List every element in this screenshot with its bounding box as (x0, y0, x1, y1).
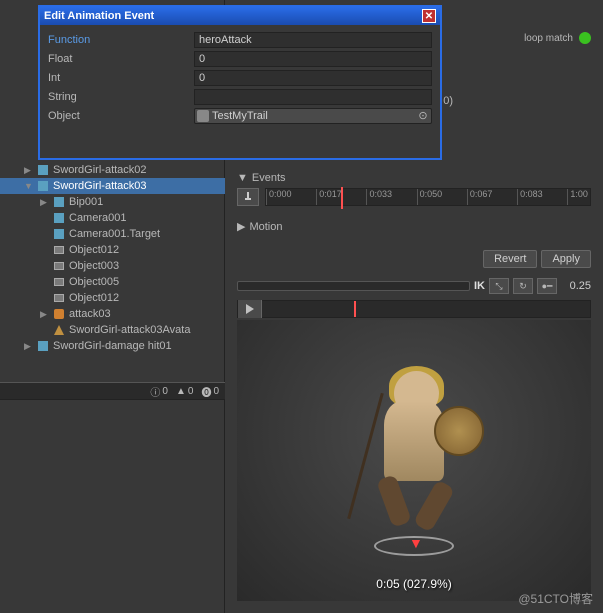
animation-preview[interactable]: ▼ 0:05 (027.9%) (237, 320, 591, 601)
expand-arrow-icon[interactable]: ▼ (24, 181, 36, 191)
ik-toggle[interactable]: IK (474, 280, 485, 292)
string-label: String (48, 91, 194, 103)
hierarchy-item-label: Bip001 (69, 196, 103, 208)
hierarchy-item[interactable]: ▶ SwordGirl-attack02 (0, 162, 225, 178)
play-bar (237, 300, 591, 318)
timeline-tick: 0:033 (366, 189, 392, 205)
object-label: Object (48, 110, 194, 122)
motion-section[interactable]: ▶ Motion (237, 220, 591, 233)
foldout-arrow-icon: ▶ (237, 220, 245, 233)
info-count[interactable]: ⓘ0 (150, 384, 168, 399)
hierarchy-item-label: SwordGirl-damage hit01 (53, 340, 172, 352)
int-input[interactable] (194, 70, 432, 86)
hierarchy-item-label: Camera001 (69, 212, 126, 224)
play-icon (245, 304, 255, 314)
add-event-icon (243, 192, 253, 202)
hierarchy-item[interactable]: Object012 (0, 242, 225, 258)
watermark: @51CTO博客 (518, 590, 593, 607)
hierarchy-item[interactable]: ▶ Bip001 (0, 194, 225, 210)
foldout-arrow-icon: ▼ (237, 172, 248, 184)
dialog-titlebar[interactable]: Edit Animation Event ✕ (40, 7, 440, 25)
hierarchy-item-label: Object012 (69, 292, 119, 304)
extra-text: 0) (443, 95, 453, 107)
hierarchy-item-label: Object003 (69, 260, 119, 272)
timeline-tick: 0:050 (417, 189, 443, 205)
play-button[interactable] (238, 300, 262, 318)
mesh-icon (52, 244, 66, 256)
expand-arrow-icon[interactable]: ▶ (40, 309, 52, 320)
expand-arrow-icon[interactable]: ▶ (24, 341, 36, 352)
cube-icon (52, 196, 66, 208)
close-button[interactable]: ✕ (422, 9, 436, 23)
hierarchy-item-label: SwordGirl-attack03 (53, 180, 147, 192)
loop-match-dot (579, 32, 591, 44)
timeline-tick: 0:000 (266, 189, 292, 205)
hierarchy-item[interactable]: SwordGirl-attack03Avata (0, 322, 225, 338)
events-header[interactable]: ▼ Events (237, 172, 591, 184)
loop-match-indicator: loop match (524, 32, 591, 44)
edit-animation-event-dialog: Edit Animation Event ✕ Function Float In… (38, 5, 442, 160)
timeline-tick: 1:00 (567, 189, 588, 205)
cube-icon (36, 164, 50, 176)
apply-button[interactable]: Apply (541, 250, 591, 268)
cube-icon (52, 228, 66, 240)
float-label: Float (48, 53, 194, 65)
string-input[interactable] (194, 89, 432, 105)
expand-arrow-icon[interactable]: ▶ (24, 165, 36, 176)
hierarchy-item[interactable]: Object012 (0, 290, 225, 306)
hierarchy-item[interactable]: Object005 (0, 274, 225, 290)
mesh-icon (52, 260, 66, 272)
error-count[interactable]: ⓿0 (201, 384, 219, 399)
float-input[interactable] (194, 51, 432, 67)
pivot-button[interactable]: ⤡ (489, 278, 509, 294)
object-value: TestMyTrail (212, 110, 417, 122)
avatar-icon (52, 324, 66, 336)
cube-icon (52, 212, 66, 224)
hierarchy-item-label: Object005 (69, 276, 119, 288)
events-section: ▼ Events 0:000 0:017 0:033 0:050 0:067 0:083 1… (237, 172, 591, 206)
object-picker-icon[interactable]: ⊙ (417, 109, 429, 122)
hierarchy-item[interactable]: ▶ attack03 (0, 306, 225, 322)
hierarchy-item[interactable]: Object003 (0, 258, 225, 274)
cube-icon (36, 340, 50, 352)
object-field[interactable]: TestMyTrail ⊙ (194, 108, 432, 124)
dialog-title-text: Edit Animation Event (44, 10, 154, 22)
hierarchy-item[interactable]: ▶ SwordGirl-damage hit01 (0, 338, 225, 354)
speed-slider[interactable]: ●━ (537, 278, 557, 294)
expand-arrow-icon[interactable]: ▶ (40, 197, 52, 208)
hierarchy-item[interactable]: ▼ SwordGirl-attack03 (0, 178, 225, 194)
speed-reset-button[interactable]: ↻ (513, 278, 533, 294)
speed-value: 0.25 (561, 280, 591, 292)
function-input[interactable] (194, 32, 432, 48)
scrub-bar[interactable] (237, 281, 470, 291)
cube-icon (36, 180, 50, 192)
hierarchy-item[interactable]: Camera001 (0, 210, 225, 226)
preview-controls: IK ⤡ ↻ ●━ 0.25 (237, 278, 591, 294)
status-bar: ⓘ0 ▲0 ⓿0 (0, 382, 225, 400)
hierarchy-item[interactable]: Camera001.Target (0, 226, 225, 242)
timeline-tick: 0:083 (517, 189, 543, 205)
hierarchy-item-label: SwordGirl-attack03Avata (69, 324, 190, 336)
anim-icon (52, 308, 66, 320)
hierarchy-item-label: SwordGirl-attack02 (53, 164, 147, 176)
mesh-icon (52, 276, 66, 288)
timeline-tick: 0:017 (316, 189, 342, 205)
playhead[interactable] (354, 301, 356, 317)
character-model: ▼ (334, 361, 494, 561)
revert-button[interactable]: Revert (483, 250, 537, 268)
hierarchy-item-label: Object012 (69, 244, 119, 256)
int-label: Int (48, 72, 194, 84)
play-progress[interactable] (262, 301, 590, 317)
mesh-icon (52, 292, 66, 304)
function-label: Function (48, 34, 194, 46)
events-timeline[interactable]: 0:000 0:017 0:033 0:050 0:067 0:083 1:00 (265, 188, 591, 206)
preview-time-label: 0:05 (027.9%) (376, 577, 451, 591)
hierarchy-item-label: Camera001.Target (69, 228, 160, 240)
gameobject-icon (197, 110, 209, 122)
hierarchy-item-label: attack03 (69, 308, 111, 320)
warn-count[interactable]: ▲0 (176, 386, 193, 397)
add-event-button[interactable] (237, 188, 259, 206)
timeline-tick: 0:067 (467, 189, 493, 205)
